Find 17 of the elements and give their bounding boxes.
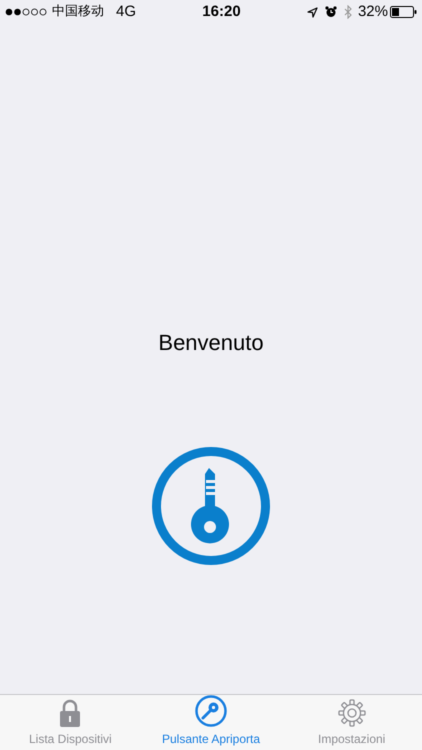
settings-icon (338, 699, 366, 727)
battery-icon (390, 6, 417, 18)
key-icon (191, 468, 231, 544)
bluetooth-icon (344, 5, 352, 19)
padlock-icon (58, 699, 82, 727)
network-type: 4G (116, 2, 136, 22)
welcome-text: Benvenuto (158, 329, 264, 357)
clock-time: 16:20 (202, 2, 241, 22)
unlock-key-button[interactable] (152, 447, 270, 565)
location-arrow-icon (306, 6, 318, 18)
tab[interactable]: Lista Dispositivi (0, 695, 141, 750)
tab[interactable]: Pulsante Apriporta (140, 695, 282, 750)
tab[interactable]: Impostazioni (281, 695, 422, 750)
alarm-clock-icon (324, 6, 337, 18)
carrier-name: 中国移动 (52, 3, 104, 22)
signal-icon (5, 8, 49, 16)
battery-percentage: 32% (358, 2, 388, 22)
